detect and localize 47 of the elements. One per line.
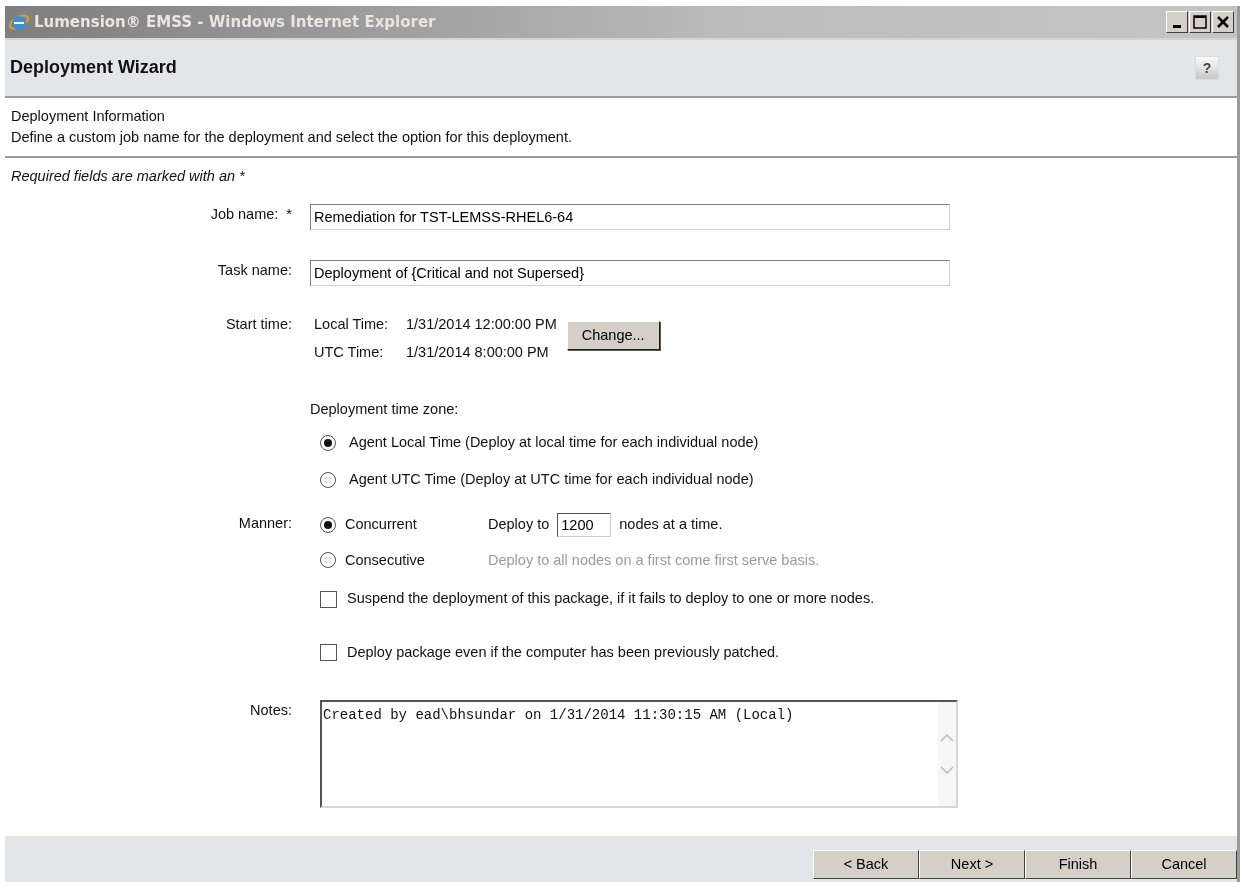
change-button[interactable]: Change...	[566, 320, 660, 351]
field-label: Job name:	[210, 204, 279, 224]
option-text: Deploy to	[488, 514, 550, 534]
input-field[interactable]: Deployment of {Critical and not Supersed}	[310, 259, 950, 286]
checkbox-label: Suspend the deployment of this package, if it fails to deploy to one or more nodes.	[347, 589, 875, 609]
close-button[interactable]	[1212, 11, 1234, 33]
count-field[interactable]: 1200	[557, 512, 612, 537]
field-label: Manner:	[238, 514, 292, 531]
wizard-button[interactable]: Finish	[1025, 850, 1131, 879]
required-mark: *	[286, 204, 292, 224]
checkbox-label: Deploy package even if the computer has been previously patched.	[347, 643, 780, 662]
radio-button[interactable]	[320, 552, 336, 569]
close-icon	[1216, 15, 1230, 29]
maximize-icon	[1193, 15, 1207, 29]
time-value: 1/31/2014 12:00:00 PM	[406, 314, 557, 334]
radio-button[interactable]	[320, 471, 336, 488]
radio-label: Agent UTC Time (Deploy at UTC time for each individual node)	[349, 469, 754, 489]
required-note: Required fields are marked with an *	[11, 168, 245, 184]
time-value: 1/31/2014 8:00:00 PM	[406, 342, 550, 362]
browser-logo-icon	[8, 11, 30, 33]
wizard-title: Deployment Wizard	[10, 57, 177, 79]
option-text: nodes at a time.	[619, 514, 723, 534]
time-label: UTC Time:	[314, 342, 385, 362]
option-description: Deploy to all nodes on a first come first serve basis.	[488, 550, 820, 570]
input-field[interactable]: Remediation for TST-LEMSS-RHEL6-64	[310, 203, 950, 230]
radio-label: Concurrent	[345, 514, 418, 534]
radio-label: Consecutive	[345, 550, 426, 570]
field-label: Notes:	[250, 701, 292, 718]
wizard-button[interactable]: < Back	[813, 850, 919, 879]
maximize-button[interactable]	[1189, 11, 1211, 33]
field-label: Task name:	[217, 261, 292, 278]
minimize-icon	[1173, 25, 1181, 28]
checkbox[interactable]	[320, 644, 337, 662]
wizard-button[interactable]: Cancel	[1131, 850, 1237, 879]
radio-button[interactable]	[320, 434, 336, 451]
wizard-button[interactable]: Next >	[919, 850, 1025, 879]
radio-button[interactable]	[320, 516, 336, 533]
help-button[interactable]: ?	[1195, 56, 1219, 80]
minimize-button[interactable]	[1166, 11, 1188, 33]
window-title: Lumension® EMSS - Windows Internet Explorer	[34, 11, 436, 33]
field-label: Start time:	[225, 315, 292, 332]
radio-label: Agent Local Time (Deploy at local time for each individual node)	[349, 433, 759, 452]
field-label: Deployment time zone:	[310, 400, 460, 420]
section-description: Define a custom job name for the deployment and select the option for this deployment.	[11, 128, 573, 147]
checkbox[interactable]	[320, 590, 337, 608]
time-label: Local Time:	[314, 314, 390, 334]
section-heading: Deployment Information	[11, 107, 166, 126]
